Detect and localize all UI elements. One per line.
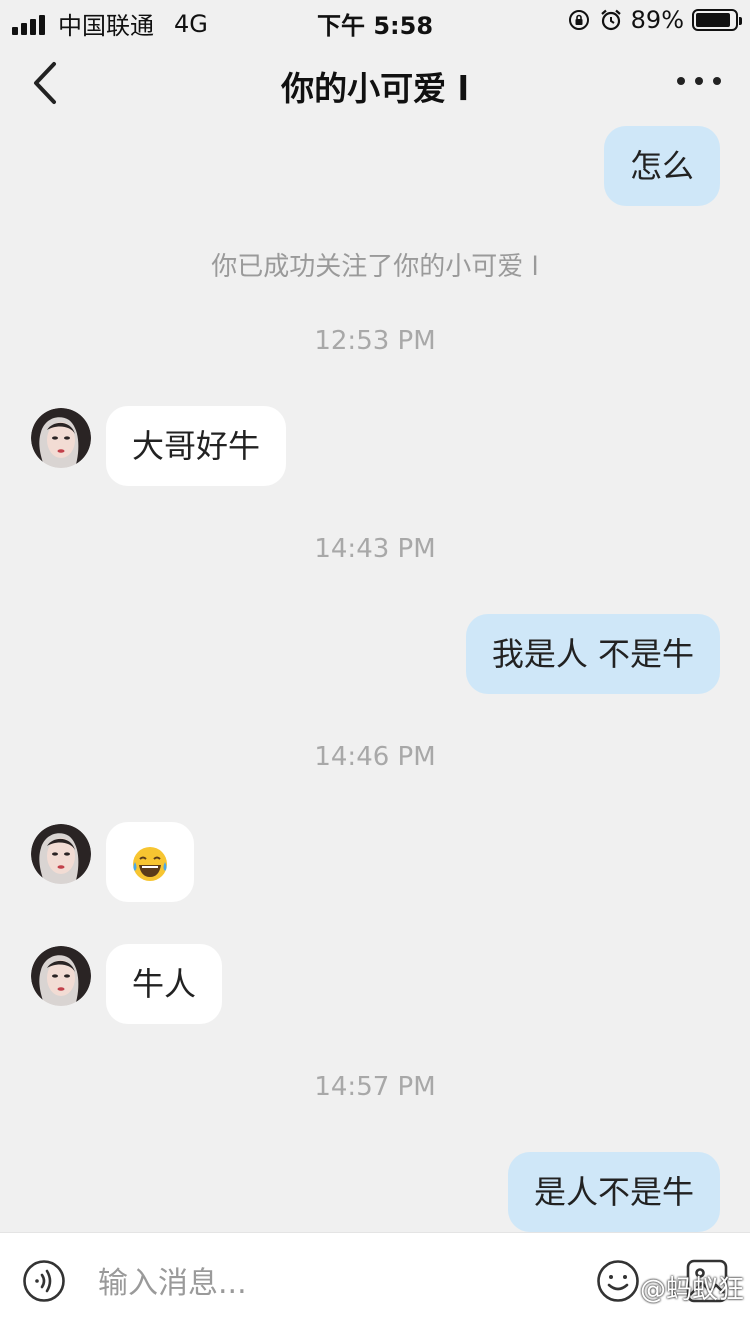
input-bar: @蚂蚁狂 — [0, 1232, 750, 1334]
contact-avatar[interactable] — [31, 408, 91, 468]
more-dots-icon — [677, 77, 721, 85]
nav-bar: 你的小可爱 l — [0, 40, 750, 126]
contact-message-bubble[interactable]: 大哥好牛 — [106, 406, 287, 486]
battery-percentage: 89% — [630, 6, 684, 34]
orientation-lock-icon — [568, 10, 589, 30]
message-timestamp: 14:43 PM — [314, 534, 436, 564]
emoji-face-icon — [597, 1260, 639, 1302]
my-message-bubble[interactable]: 怎么 — [603, 126, 720, 206]
system-notice: 你已成功关注了你的小可爱 l — [211, 252, 539, 282]
alarm-icon — [600, 9, 621, 31]
chat-title: 你的小可爱 l — [281, 69, 469, 108]
watermark: @蚂蚁狂 — [639, 1275, 744, 1305]
message-input[interactable] — [98, 1255, 568, 1311]
tears-of-joy-emoji-icon — [133, 847, 167, 881]
voice-icon — [23, 1260, 65, 1302]
message-timestamp: 12:53 PM — [314, 326, 436, 356]
voice-button[interactable] — [22, 1259, 66, 1303]
contact-avatar[interactable] — [31, 946, 91, 1006]
more-button[interactable] — [674, 66, 724, 96]
contact-avatar[interactable] — [31, 824, 91, 884]
battery-level — [696, 13, 730, 27]
status-right: 89% — [567, 6, 742, 34]
message-timestamp: 14:57 PM — [314, 1072, 436, 1102]
chat-area[interactable]: 怎么 你已成功关注了你的小可爱 l 12:53 PM 大哥好牛 14:43 PM… — [0, 126, 750, 1232]
battery-icon — [692, 9, 742, 31]
my-message-bubble[interactable]: 是人不是牛 — [507, 1152, 720, 1232]
contact-message-bubble[interactable]: 牛人 — [106, 944, 223, 1024]
status-bar: 中国联通 4G 下午 5:58 89% — [0, 0, 750, 40]
contact-message-bubble[interactable] — [106, 822, 194, 902]
message-timestamp: 14:46 PM — [314, 742, 436, 772]
my-message-bubble[interactable]: 我是人 不是牛 — [465, 614, 720, 694]
emoji-button[interactable] — [596, 1259, 640, 1303]
